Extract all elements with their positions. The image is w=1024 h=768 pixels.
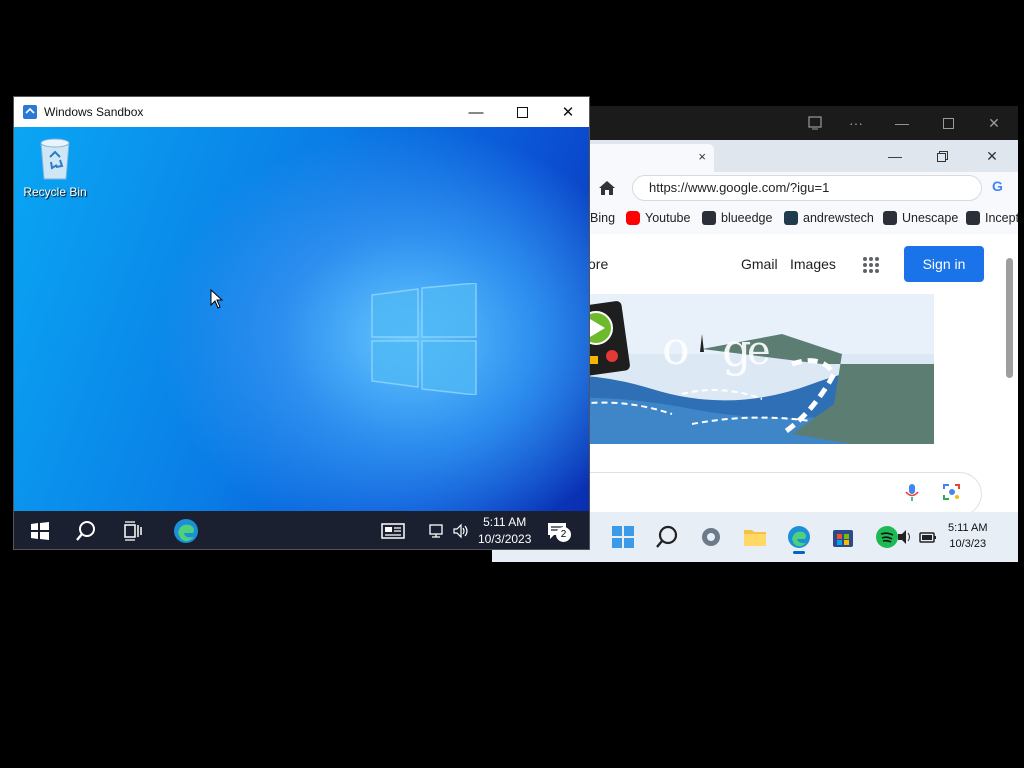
lens-icon[interactable] — [942, 482, 962, 502]
remote-clock[interactable]: 5:11 AM 10/3/23 — [948, 520, 988, 552]
edge-icon[interactable] — [786, 524, 812, 554]
site-icon — [784, 211, 798, 225]
scroll-thumb[interactable] — [1006, 258, 1013, 378]
cast-icon[interactable] — [792, 106, 838, 140]
sign-in-button[interactable]: Sign in — [904, 246, 984, 282]
settings-icon[interactable] — [698, 524, 724, 550]
news-icon[interactable] — [380, 519, 406, 543]
microphone-icon[interactable] — [902, 482, 922, 502]
search-icon[interactable] — [654, 524, 680, 550]
react-icon — [702, 211, 716, 225]
store-icon[interactable] — [830, 524, 856, 550]
sandbox-app-icon — [22, 104, 38, 120]
edge-icon[interactable] — [172, 517, 200, 545]
battery-icon[interactable] — [918, 524, 938, 550]
home-icon[interactable] — [596, 178, 618, 198]
react-icon — [966, 211, 980, 225]
browser-minimize-icon[interactable]: — — [872, 140, 918, 172]
network-icon[interactable] — [428, 519, 446, 543]
notification-count-badge: 2 — [556, 527, 571, 542]
google-icon[interactable]: G — [992, 178, 1012, 198]
sandbox-clock[interactable]: 5:11 AM 10/3/2023 — [478, 514, 531, 548]
close-icon[interactable]: ✕ — [545, 97, 589, 127]
scrollbar[interactable] — [1002, 234, 1018, 512]
close-icon[interactable]: ✕ — [971, 106, 1017, 140]
windows-logo — [370, 282, 478, 396]
bookmark-bing[interactable]: Bing — [590, 211, 615, 225]
browser-close-icon[interactable]: ✕ — [969, 140, 1015, 172]
images-link[interactable]: Images — [790, 256, 836, 272]
youtube-icon — [626, 211, 640, 225]
sandbox-titlebar[interactable]: Windows Sandbox — ✕ — [14, 97, 589, 127]
more-link[interactable]: ore — [588, 256, 608, 272]
svg-text:e: e — [747, 328, 771, 374]
search-icon[interactable] — [74, 519, 98, 543]
tab-close-icon[interactable]: × — [698, 149, 706, 164]
maximize-icon[interactable] — [499, 97, 545, 127]
volume-icon[interactable] — [452, 519, 470, 543]
sandbox-taskbar: 5:11 AM 10/3/2023 2 — [14, 511, 589, 549]
bookmark-andrewstech[interactable]: andrewstech — [784, 211, 874, 225]
minimize-icon[interactable]: — — [879, 106, 925, 140]
recycle-bin-icon — [40, 138, 70, 180]
bookmark-unescape[interactable]: Unescape — [883, 211, 958, 225]
sandbox-window: Windows Sandbox — ✕ Recycle Bin 5:11 AM … — [13, 96, 590, 550]
window-title: Windows Sandbox — [44, 105, 144, 119]
minimize-icon[interactable]: — — [453, 97, 499, 127]
sandbox-desktop: Recycle Bin — [14, 127, 589, 511]
apps-grid-icon[interactable] — [862, 256, 880, 274]
folder-icon[interactable] — [742, 524, 768, 550]
maximize-icon[interactable] — [925, 106, 971, 140]
start-icon[interactable] — [28, 519, 52, 543]
address-bar[interactable]: https://www.google.com/?igu=1 — [632, 175, 982, 201]
bookmark-incept[interactable]: Incept — [966, 211, 1018, 225]
start-icon[interactable] — [610, 524, 636, 550]
browser-tab[interactable]: × — [584, 144, 714, 172]
bookmark-blueedge[interactable]: blueedge — [702, 211, 772, 225]
volume-icon[interactable] — [896, 524, 914, 550]
more-icon[interactable]: ··· — [833, 106, 879, 140]
gmail-link[interactable]: Gmail — [741, 256, 778, 272]
svg-text:o: o — [662, 321, 690, 375]
task-view-icon[interactable] — [122, 519, 146, 543]
mouse-cursor-icon — [210, 288, 224, 309]
recycle-bin-label: Recycle Bin — [23, 185, 87, 199]
react-icon — [883, 211, 897, 225]
bookmark-youtube[interactable]: Youtube — [626, 211, 690, 225]
recycle-bin[interactable]: Recycle Bin — [22, 135, 88, 201]
browser-restore-icon[interactable] — [919, 140, 965, 172]
